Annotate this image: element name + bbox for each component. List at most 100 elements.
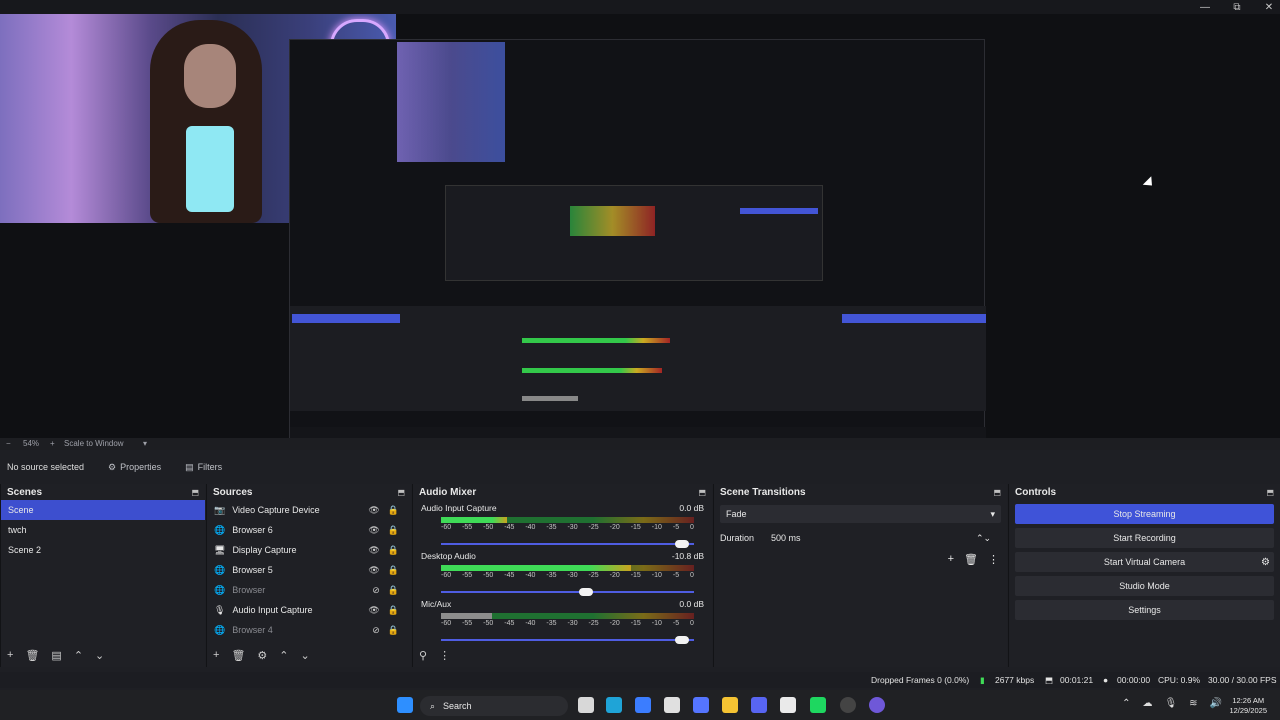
- scene-item-scene[interactable]: Scene: [1, 500, 205, 520]
- scale-mode[interactable]: Scale to Window: [64, 439, 124, 448]
- eye-icon[interactable]: 👁: [368, 525, 379, 536]
- cloud-icon[interactable]: ☁: [1142, 698, 1152, 709]
- add-icon[interactable]: +: [7, 649, 13, 661]
- source-item[interactable]: 📷 Video Capture Device 👁 🔒: [207, 500, 411, 520]
- eye-icon[interactable]: 👁: [368, 545, 379, 556]
- volume-meter: [441, 565, 694, 571]
- stream-icon: ⬒: [1045, 675, 1054, 685]
- more-icon[interactable]: ⋮: [439, 649, 450, 662]
- taskbar-search[interactable]: ⌕ Search: [420, 696, 568, 716]
- volume-knob[interactable]: [674, 540, 689, 548]
- file-icon[interactable]: [780, 697, 796, 713]
- speaker-icon[interactable]: 🔊: [1210, 698, 1222, 709]
- source-item[interactable]: 🖥 Display Capture 👁 🔒: [207, 540, 411, 560]
- close-button[interactable]: ✕: [1264, 2, 1274, 13]
- filter-icon[interactable]: ▤: [51, 649, 61, 662]
- volume-knob[interactable]: [578, 588, 593, 596]
- transition-select[interactable]: Fade ▾: [720, 505, 1001, 523]
- lock-icon[interactable]: 🔒: [388, 545, 399, 556]
- source-item[interactable]: 🌐 Browser 5 👁 🔒: [207, 560, 411, 580]
- source-item[interactable]: 🌐 Browser ⊘ 🔒: [207, 580, 411, 600]
- chevron-up-icon[interactable]: ⌃: [279, 649, 288, 662]
- filters-button[interactable]: ▤ Filters: [185, 462, 222, 473]
- edge-icon[interactable]: [606, 697, 622, 713]
- spotify-icon[interactable]: [810, 697, 826, 713]
- minimize-button[interactable]: —: [1200, 2, 1210, 13]
- chevron-down-icon[interactable]: ▾: [143, 439, 147, 448]
- eye-slash-icon[interactable]: ⊘: [372, 585, 380, 596]
- meter-tick-label: -25: [588, 620, 599, 627]
- more-icon[interactable]: ⋮: [988, 553, 999, 566]
- lock-icon[interactable]: 🔒: [388, 625, 399, 636]
- scene-item-scene-2[interactable]: Scene 2: [1, 540, 205, 560]
- lock-icon[interactable]: 🔒: [388, 505, 399, 516]
- spinner-icon[interactable]: ⌃⌄: [976, 533, 991, 544]
- meter-tick-label: -20: [609, 572, 620, 579]
- add-icon[interactable]: +: [948, 553, 954, 566]
- gear-icon: ⚙: [108, 461, 117, 472]
- wifi-icon[interactable]: ≋: [1189, 698, 1197, 709]
- eye-icon[interactable]: 👁: [368, 605, 379, 616]
- link-icon[interactable]: ⚲: [419, 649, 427, 662]
- task-view-icon[interactable]: [578, 697, 594, 713]
- stop-streaming-button[interactable]: Stop Streaming: [1015, 504, 1274, 524]
- dock-icon[interactable]: ⬒: [1266, 488, 1274, 497]
- dock-icon[interactable]: ⬒: [397, 488, 405, 497]
- chevron-up-icon[interactable]: ⌃: [1122, 698, 1130, 709]
- meter-scale: -60 -55 -50 -45 -40 -35 -30 -25 -20 -15 -10 -5 0: [441, 572, 694, 579]
- maximize-button[interactable]: ⧉: [1232, 2, 1242, 13]
- duration-value: 500 ms: [771, 533, 801, 543]
- eye-icon[interactable]: 👁: [368, 505, 379, 516]
- lock-icon[interactable]: 🔒: [388, 565, 399, 576]
- properties-button[interactable]: ⚙ Properties: [108, 462, 161, 473]
- folder-icon[interactable]: [722, 697, 738, 713]
- nested-scene-selected: [292, 314, 400, 323]
- store-icon[interactable]: [693, 697, 709, 713]
- duration-input[interactable]: 500 ms ⌃⌄: [766, 529, 991, 547]
- source-item[interactable]: 🎙 Audio Input Capture 👁 🔒: [207, 600, 411, 620]
- transition-value: Fade: [726, 509, 747, 519]
- taskbar-clock[interactable]: 12:26 AM 12/29/2025: [1229, 696, 1267, 716]
- gear-icon[interactable]: ⚙: [257, 649, 267, 662]
- chevron-down-icon[interactable]: ⌄: [301, 649, 310, 662]
- copilot-icon[interactable]: [635, 697, 651, 713]
- start-recording-button[interactable]: Start Recording: [1015, 528, 1274, 548]
- mic-icon[interactable]: 🎙: [1164, 698, 1177, 709]
- trash-icon[interactable]: 🗑: [231, 649, 245, 662]
- eye-icon[interactable]: 👁: [368, 565, 379, 576]
- zoom-minus-icon[interactable]: −: [6, 439, 11, 448]
- app2-icon[interactable]: [869, 697, 885, 713]
- eye-slash-icon[interactable]: ⊘: [372, 625, 380, 636]
- chevron-down-icon[interactable]: ⌄: [95, 649, 104, 662]
- trash-icon[interactable]: 🗑: [964, 553, 978, 566]
- meter-scale: -60 -55 -50 -45 -40 -35 -30 -25 -20 -15 -10 -5 0: [441, 524, 694, 531]
- volume-slider[interactable]: [441, 588, 694, 596]
- app-icon[interactable]: [664, 697, 680, 713]
- source-name: Display Capture: [232, 545, 297, 555]
- source-item[interactable]: 🌐 Browser 4 ⊘ 🔒: [207, 620, 411, 640]
- meter-tick-label: -25: [588, 524, 599, 531]
- discord-icon[interactable]: [751, 697, 767, 713]
- obs-icon[interactable]: [840, 697, 856, 713]
- dock-icon[interactable]: ⬒: [698, 488, 706, 497]
- dock-icon[interactable]: ⬒: [993, 488, 1001, 497]
- gear-icon[interactable]: ⚙: [1261, 557, 1270, 568]
- mixer-meter-row: -60 -55 -50 -45 -40 -35 -30 -25 -20 -15 -10 -5 0: [441, 613, 694, 636]
- lock-icon[interactable]: 🔒: [388, 585, 399, 596]
- trash-icon[interactable]: 🗑: [25, 649, 39, 662]
- studio-mode-button[interactable]: Studio Mode: [1015, 576, 1274, 596]
- dock-icon[interactable]: ⬒: [191, 488, 199, 497]
- windows-start-icon[interactable]: [397, 697, 413, 713]
- lock-icon[interactable]: 🔒: [388, 525, 399, 536]
- start-virtual-camera-button[interactable]: Start Virtual Camera ⚙: [1015, 552, 1274, 572]
- volume-slider[interactable]: [441, 540, 694, 548]
- zoom-plus-icon[interactable]: +: [50, 439, 55, 448]
- lock-icon[interactable]: 🔒: [388, 605, 399, 616]
- meter-tick-label: -55: [462, 524, 473, 531]
- chevron-up-icon[interactable]: ⌃: [74, 649, 83, 662]
- preview-canvas[interactable]: [0, 14, 1280, 445]
- source-item[interactable]: 🌐 Browser 6 👁 🔒: [207, 520, 411, 540]
- settings-button[interactable]: Settings: [1015, 600, 1274, 620]
- scene-item-twch[interactable]: twch: [1, 520, 205, 540]
- add-icon[interactable]: +: [213, 649, 219, 661]
